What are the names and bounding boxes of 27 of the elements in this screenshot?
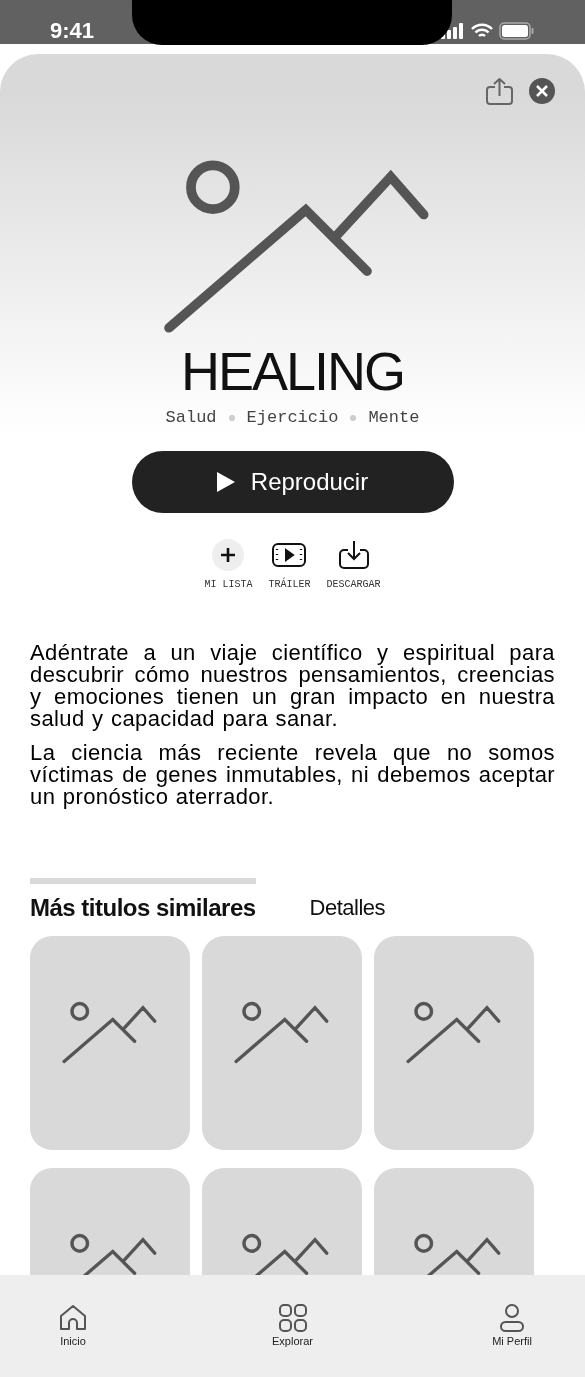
genre-tag: Salud: [165, 408, 217, 427]
description-paragraph: Adéntrate a un viaje científico y espiritual para descubrir cómo nuestros pensamientos, creencias y emociones tienen un gran impacto en nuestra salud y capacidad para sanar.: [30, 642, 555, 730]
title: HEALING: [180, 340, 405, 402]
nav-item[interactable]: Explorar: [269, 1303, 316, 1377]
action-button[interactable]: DESCARGAR: [326, 539, 381, 590]
action-button[interactable]: TRÁILER: [268, 539, 311, 590]
action-button[interactable]: MI LISTA: [204, 539, 253, 590]
genre-tag: Ejercicio: [246, 408, 339, 427]
play-button[interactable]: Reproducir: [131, 451, 454, 513]
grid-icon: [277, 1303, 308, 1333]
description-paragraph: La ciencia más reciente revela que no somos víctimas de genes inmutables, ni debemos aceptar un pronóstico aterrador.: [30, 742, 555, 808]
genre-tag: Mente: [368, 408, 420, 427]
close-icon[interactable]: [529, 78, 555, 104]
play-icon: [216, 472, 235, 492]
share-icon[interactable]: [485, 78, 515, 106]
tab[interactable]: Más titulos similares: [30, 878, 256, 922]
battery-icon: [499, 22, 535, 40]
nav-item[interactable]: Inicio: [50, 1303, 96, 1377]
nav-item[interactable]: Mi Perfil: [489, 1303, 535, 1377]
person-icon: [497, 1303, 527, 1333]
signal-icon: [441, 23, 465, 39]
plus-icon: [211, 539, 246, 571]
tab[interactable]: Detalles: [309, 878, 386, 922]
download-icon: [336, 539, 371, 571]
home-icon: [58, 1303, 88, 1333]
wifi-icon: [471, 23, 493, 39]
status-time: 9:41: [50, 18, 95, 44]
